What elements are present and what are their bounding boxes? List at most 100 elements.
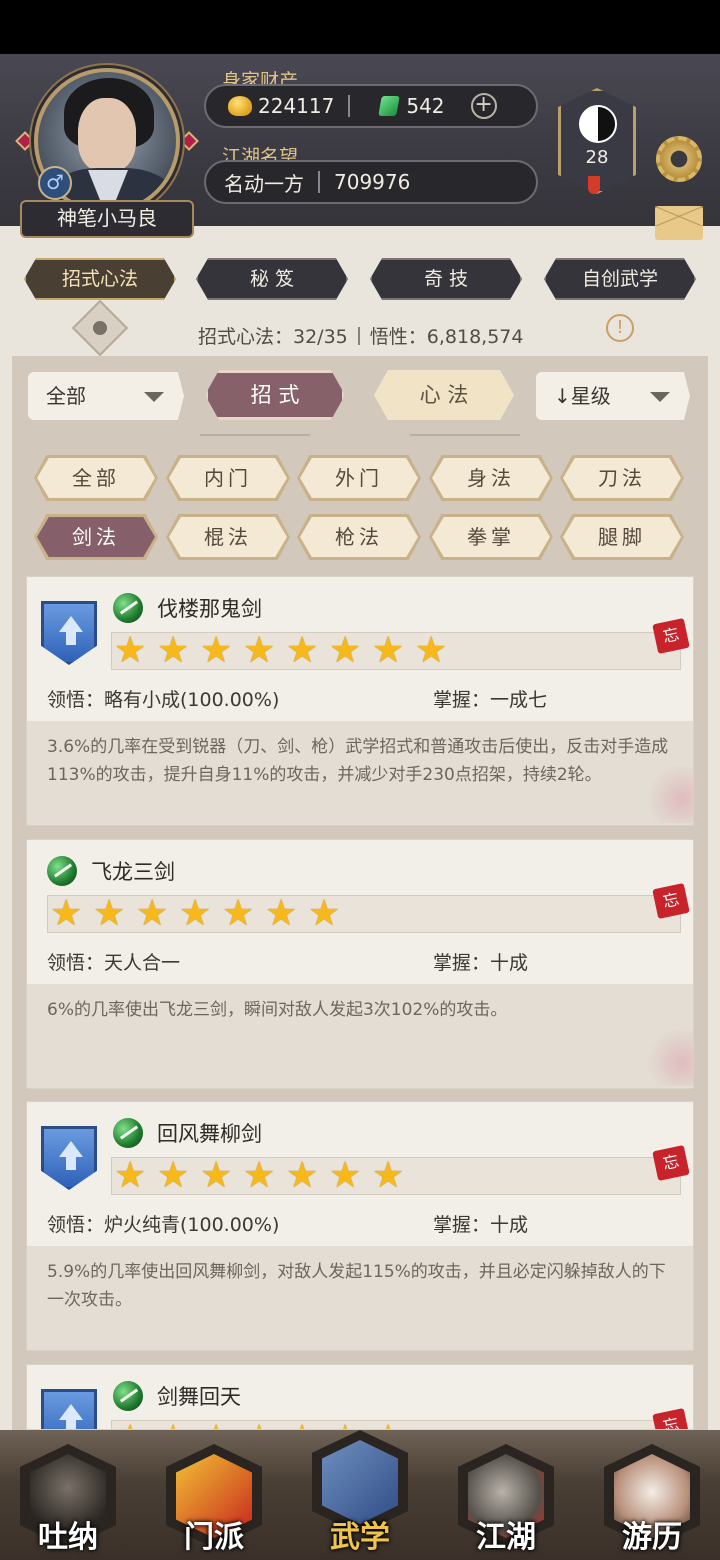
reputation-value: 709976 bbox=[334, 170, 411, 194]
reputation-bar: 名动一方 709976 bbox=[204, 160, 538, 204]
star-rating: ★ ★ ★ ★ ★ ★ ★ ★ bbox=[111, 632, 681, 670]
mail-icon[interactable] bbox=[655, 206, 703, 240]
upgrade-arrow-icon[interactable] bbox=[41, 1389, 97, 1429]
sword-leaf-icon bbox=[113, 593, 143, 623]
player-name[interactable]: 神笔小马良 bbox=[20, 200, 194, 238]
category-all[interactable]: 全部 bbox=[34, 455, 158, 501]
star-icon: ★ bbox=[243, 1155, 276, 1196]
skill-description: 3.6%的几率在受到锐器（刀、剑、枪）武学招式和普通攻击后使出，反击对手造成11… bbox=[27, 721, 693, 825]
skill-card[interactable]: 剑舞回天 ★★★★★★★ 忘 bbox=[26, 1364, 694, 1430]
skill-card[interactable]: 飞龙三剑 ★ ★ ★ ★ ★ ★ ★ 忘 领悟：天人合一 掌握：十成 6%的几率使出飞龙三剑… bbox=[26, 839, 694, 1089]
category-inner-school[interactable]: 内门 bbox=[166, 455, 290, 501]
star-icon: ★ bbox=[50, 893, 83, 934]
star-icon: ★ bbox=[286, 1155, 319, 1196]
upgrade-arrow-icon[interactable] bbox=[41, 1126, 97, 1190]
left-gem-ornament bbox=[15, 131, 35, 151]
segment-methods[interactable]: 心 法 bbox=[374, 370, 514, 420]
skill-card[interactable]: 伐楼那鬼剑 ★ ★ ★ ★ ★ ★ ★ ★ 忘 领悟：略有小成(100.00%) 掌握：一成七… bbox=[26, 576, 694, 826]
skill-name: 飞龙三剑 bbox=[91, 860, 175, 884]
sword-leaf-icon bbox=[113, 1118, 143, 1148]
nav-label: 江湖 bbox=[476, 1520, 536, 1555]
category-staff[interactable]: 棍法 bbox=[166, 514, 290, 560]
reputation-title: 名动一方 bbox=[224, 171, 304, 196]
star-icon: ★ bbox=[329, 630, 362, 671]
star-icon: ★ bbox=[157, 1421, 200, 1430]
forget-stamp-icon[interactable]: 忘 bbox=[652, 1145, 690, 1181]
star-icon: ★ bbox=[243, 1421, 286, 1430]
sort-dropdown[interactable]: ↓星级 bbox=[536, 372, 690, 420]
sword-leaf-icon bbox=[47, 856, 77, 886]
gear-icon[interactable] bbox=[656, 136, 702, 182]
star-icon: ★ bbox=[308, 893, 341, 934]
add-currency-button[interactable]: + bbox=[470, 93, 497, 119]
tab-special-techniques[interactable]: 奇 技 bbox=[370, 258, 522, 300]
eye-icon[interactable] bbox=[71, 299, 129, 357]
currency-bar: 224117 542 + bbox=[204, 84, 538, 128]
star-icon: ★ bbox=[157, 630, 190, 671]
star-icon: ★ bbox=[372, 630, 405, 671]
skill-insight: 领悟：天人合一 bbox=[47, 952, 181, 974]
forget-stamp-icon[interactable]: 忘 bbox=[652, 1408, 690, 1429]
star-icon: ★ bbox=[136, 893, 169, 934]
star-rating: ★★★★★★★ bbox=[111, 1157, 681, 1195]
skill-name: 伐楼那鬼剑 bbox=[157, 597, 262, 621]
tab-secret-manuals[interactable]: 秘 笈 bbox=[196, 258, 348, 300]
star-icon: ★ bbox=[200, 1421, 243, 1430]
category-blade[interactable]: 刀法 bbox=[560, 455, 684, 501]
left-divider-ornament bbox=[200, 434, 310, 436]
nav-label: 门派 bbox=[184, 1520, 244, 1555]
category-outer-school[interactable]: 外门 bbox=[297, 455, 421, 501]
currency-separator bbox=[348, 95, 351, 117]
category-label: 刀法 bbox=[563, 458, 681, 498]
cloud-ornament bbox=[637, 1026, 693, 1086]
tab-skills-methods[interactable]: 招式心法 bbox=[24, 258, 176, 300]
star-rating: ★★★★★★★ bbox=[47, 895, 681, 933]
star-icon: ★ bbox=[286, 1421, 329, 1430]
tab-self-created-arts[interactable]: 自创武学 bbox=[544, 258, 696, 300]
status-bar bbox=[0, 0, 720, 54]
segment-moves[interactable]: 招 式 bbox=[205, 370, 345, 420]
info-icon[interactable]: ! bbox=[606, 314, 634, 342]
category-agility[interactable]: 身法 bbox=[429, 455, 553, 501]
skill-mastery: 掌握：十成 bbox=[433, 1214, 529, 1236]
skill-name: 剑舞回天 bbox=[157, 1385, 241, 1409]
skill-insight: 领悟：略有小成(100.00%) bbox=[47, 689, 280, 711]
forget-stamp-icon[interactable]: 忘 bbox=[652, 883, 690, 919]
upgrade-arrow-icon[interactable] bbox=[41, 601, 97, 665]
scope-dropdown[interactable]: 全部 bbox=[28, 372, 184, 420]
category-label: 身法 bbox=[432, 458, 550, 498]
jade-amount: 542 bbox=[406, 94, 445, 118]
stats-separator bbox=[357, 327, 360, 345]
skill-card[interactable]: 回风舞柳剑 ★ ★ ★ ★ ★ ★ ★ 忘 领悟：炉火纯青(100.00%) 掌握：十成 5… bbox=[26, 1101, 694, 1351]
category-kick[interactable]: 腿脚 bbox=[560, 514, 684, 560]
skills-count: 招式心法：32/35 bbox=[198, 326, 348, 348]
insight-value: 悟性：6,818,574 bbox=[369, 326, 524, 348]
sort-dropdown-value: ↓星级 bbox=[554, 384, 611, 408]
category-label: 腿脚 bbox=[563, 517, 681, 557]
skill-insight: 领悟：炉火纯青(100.00%) bbox=[47, 1214, 280, 1236]
chevron-down-icon bbox=[144, 392, 164, 402]
chevron-down-icon bbox=[650, 392, 670, 402]
star-icon: ★ bbox=[372, 1155, 405, 1196]
scope-dropdown-value: 全部 bbox=[46, 384, 86, 408]
star-icon: ★ bbox=[114, 1421, 157, 1430]
gold-ingot-icon bbox=[228, 96, 252, 116]
star-rating: ★★★★★★★ bbox=[111, 1420, 681, 1430]
category-label: 枪法 bbox=[300, 517, 418, 557]
category-fist-palm[interactable]: 拳掌 bbox=[429, 514, 553, 560]
nav-label: 武学 bbox=[330, 1520, 390, 1555]
skill-mastery: 掌握：十成 bbox=[433, 952, 529, 974]
star-icon: ★ bbox=[372, 1421, 415, 1430]
forget-stamp-icon[interactable]: 忘 bbox=[652, 618, 690, 654]
player-header: ♂ 神笔小马良 身家财产 224117 542 + 江湖名望 名动一方 7099… bbox=[0, 54, 720, 240]
category-label: 内门 bbox=[169, 458, 287, 498]
star-icon: ★ bbox=[329, 1421, 372, 1430]
nav-label: 游历 bbox=[622, 1520, 682, 1555]
star-icon: ★ bbox=[329, 1155, 362, 1196]
category-spear[interactable]: 枪法 bbox=[297, 514, 421, 560]
taiji-icon bbox=[579, 105, 617, 143]
skill-name: 回风舞柳剑 bbox=[157, 1122, 262, 1146]
skill-description: 5.9%的几率使出回风舞柳剑，对敌人发起115%的攻击，并且必定闪躲掉敌人的下一… bbox=[27, 1246, 693, 1350]
skill-description: 6%的几率使出飞龙三剑，瞬间对敌人发起3次102%的攻击。 bbox=[27, 984, 693, 1088]
category-sword[interactable]: 剑法 bbox=[34, 514, 158, 560]
